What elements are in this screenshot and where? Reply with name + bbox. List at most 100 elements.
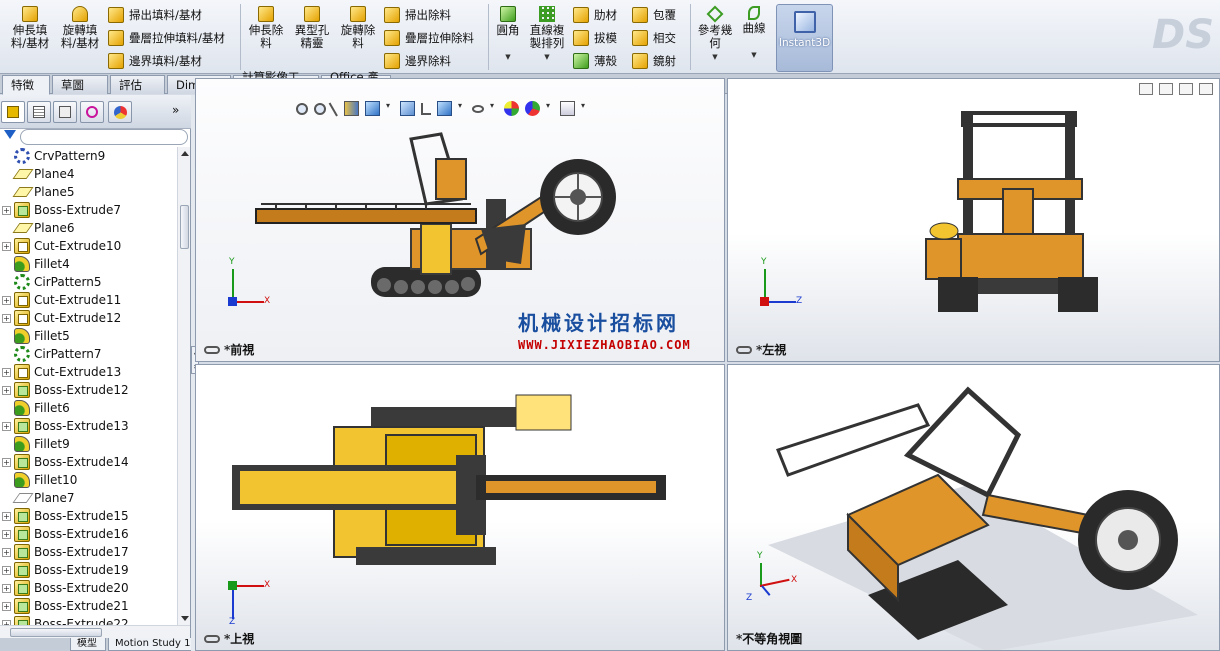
tree-filter-row (0, 129, 191, 145)
property-manager-tab-icon[interactable] (27, 101, 51, 123)
tree-filter-input[interactable] (20, 129, 188, 145)
tab-motion-study[interactable]: Motion Study 1 (108, 638, 192, 651)
mirror-button[interactable]: 鏡射 (632, 51, 676, 71)
reference-geometry-button[interactable]: 參考幾 何 ▼ (696, 5, 734, 68)
reference-geometry-dropdown-icon[interactable]: ▼ (712, 51, 717, 64)
scroll-up-icon[interactable] (181, 151, 189, 156)
tree-item[interactable]: Fillet9 (0, 435, 177, 453)
loft-cut-button[interactable]: 疊層拉伸除料 (384, 28, 474, 48)
swept-cut-button[interactable]: 掃出除料 (384, 5, 451, 25)
tab-model[interactable]: 模型 (70, 638, 106, 651)
tree-item[interactable]: Plane7 (0, 489, 177, 507)
viewport-isometric[interactable]: Y X Z *不等角視圖 (727, 364, 1220, 651)
boundary-boss-button[interactable]: 邊界填料/基材 (108, 51, 202, 71)
extrude-boss-button[interactable]: 伸長填 料/基材 (8, 6, 52, 68)
tree-item[interactable]: + Boss-Extrude22 (0, 615, 177, 625)
rib-button[interactable]: 肋材 (573, 5, 617, 25)
panel-tabs-more-icon[interactable]: » (172, 103, 179, 117)
expand-toggle-icon[interactable]: + (2, 241, 11, 251)
viewport-left[interactable]: Y Z *左視 (727, 78, 1220, 362)
boundary-cut-icon (384, 53, 400, 69)
feature-manager-tab-icon[interactable] (1, 101, 25, 123)
fillet-dropdown-icon[interactable]: ▼ (505, 51, 510, 64)
link-views-icon[interactable] (736, 345, 752, 354)
link-views-icon[interactable] (204, 345, 220, 354)
loft-boss-button[interactable]: 疊層拉伸填料/基材 (108, 28, 225, 48)
expand-toggle-icon[interactable]: + (2, 601, 11, 611)
expand-toggle-icon[interactable]: + (2, 385, 11, 395)
tree-item[interactable]: + Boss-Extrude20 (0, 579, 177, 597)
tree-item[interactable]: + Boss-Extrude7 (0, 201, 177, 219)
tree-item-label: Fillet5 (34, 329, 70, 343)
tree-item[interactable]: Fillet4 (0, 255, 177, 273)
extrude-cut-button[interactable]: 伸長除 料 (246, 6, 286, 68)
tab-features[interactable]: 特徵 (2, 75, 50, 95)
tree-item[interactable]: CirPattern5 (0, 273, 177, 291)
tree-item[interactable]: + Cut-Extrude13 (0, 363, 177, 381)
display-manager-tab-icon[interactable] (108, 101, 132, 123)
linear-pattern-button[interactable]: 直線複 製排列 ▼ (526, 6, 568, 68)
revolve-cut-button[interactable]: 旋轉除 料 (336, 6, 380, 68)
expand-toggle-icon[interactable]: + (2, 367, 11, 377)
expand-toggle-icon[interactable]: + (2, 511, 11, 521)
expand-toggle-icon[interactable]: + (2, 313, 11, 323)
tree-item[interactable]: + Cut-Extrude10 (0, 237, 177, 255)
tab-evaluate[interactable]: 評估 (110, 75, 165, 94)
scroll-down-icon[interactable] (181, 616, 189, 621)
instant3d-button[interactable]: Instant3D (776, 4, 833, 72)
expand-toggle-icon[interactable]: + (2, 565, 11, 575)
shell-button[interactable]: 薄殼 (573, 51, 617, 71)
scroll-thumb[interactable] (180, 205, 189, 249)
cut-icon (14, 292, 30, 308)
configuration-manager-tab-icon[interactable] (53, 101, 77, 123)
tab-sketch[interactable]: 草圖 (52, 75, 108, 94)
tree-horizontal-scrollbar[interactable] (0, 625, 190, 638)
linear-pattern-dropdown-icon[interactable]: ▼ (544, 51, 549, 64)
tree-item[interactable]: + Boss-Extrude16 (0, 525, 177, 543)
intersect-button[interactable]: 相交 (632, 28, 676, 48)
expand-toggle-icon[interactable]: + (2, 457, 11, 467)
expand-toggle-icon[interactable]: + (2, 295, 11, 305)
tree-item[interactable]: + Cut-Extrude11 (0, 291, 177, 309)
extrude-icon (14, 454, 30, 470)
scroll-thumb[interactable] (10, 628, 102, 637)
expand-toggle-icon[interactable]: + (2, 529, 11, 539)
draft-button[interactable]: 拔模 (573, 28, 617, 48)
curves-button[interactable]: 曲線 ▼ (738, 6, 770, 68)
expand-toggle-icon[interactable]: + (2, 583, 11, 593)
expand-toggle-icon[interactable]: + (2, 205, 11, 215)
tree-item[interactable]: Plane4 (0, 165, 177, 183)
viewport-front[interactable]: ▾ ▾ ▾ ▾ ▾ Y X 机械设计招标网 WWW.JIXIEZHAOBIAO.… (195, 78, 725, 362)
tree-item[interactable]: + Boss-Extrude12 (0, 381, 177, 399)
y-axis-marker (228, 581, 237, 590)
wrap-button[interactable]: 包覆 (632, 5, 676, 25)
curves-dropdown-icon[interactable]: ▼ (751, 49, 756, 62)
boundary-cut-button[interactable]: 邊界除料 (384, 51, 451, 71)
hole-wizard-button[interactable]: 異型孔 精靈 (290, 6, 334, 68)
draft-icon (573, 30, 589, 46)
expand-toggle-icon[interactable]: + (2, 421, 11, 431)
tree-item[interactable]: Fillet10 (0, 471, 177, 489)
expand-toggle-icon[interactable]: + (2, 547, 11, 557)
viewport-top[interactable]: X Z *上視 (195, 364, 725, 651)
tree-item[interactable]: Fillet6 (0, 399, 177, 417)
tree-item[interactable]: Plane5 (0, 183, 177, 201)
link-views-icon[interactable] (204, 634, 220, 643)
tree-item[interactable]: CirPattern7 (0, 345, 177, 363)
tree-item[interactable]: CrvPattern9 (0, 147, 177, 165)
tree-item[interactable]: Plane6 (0, 219, 177, 237)
tree-item[interactable]: + Boss-Extrude21 (0, 597, 177, 615)
tree-vertical-scrollbar[interactable] (177, 147, 190, 625)
swept-boss-button[interactable]: 掃出填料/基材 (108, 5, 202, 25)
fillet-button[interactable]: 圓角 ▼ (494, 6, 522, 68)
tree-item[interactable]: + Boss-Extrude14 (0, 453, 177, 471)
tree-item[interactable]: + Boss-Extrude15 (0, 507, 177, 525)
dimxpert-manager-tab-icon[interactable] (80, 101, 104, 123)
tree-item[interactable]: + Cut-Extrude12 (0, 309, 177, 327)
tree-item-label: CirPattern7 (34, 347, 102, 361)
revolve-boss-button[interactable]: 旋轉填 料/基材 (58, 6, 102, 68)
tree-item[interactable]: + Boss-Extrude19 (0, 561, 177, 579)
tree-item[interactable]: + Boss-Extrude13 (0, 417, 177, 435)
tree-item[interactable]: + Boss-Extrude17 (0, 543, 177, 561)
tree-item[interactable]: Fillet5 (0, 327, 177, 345)
